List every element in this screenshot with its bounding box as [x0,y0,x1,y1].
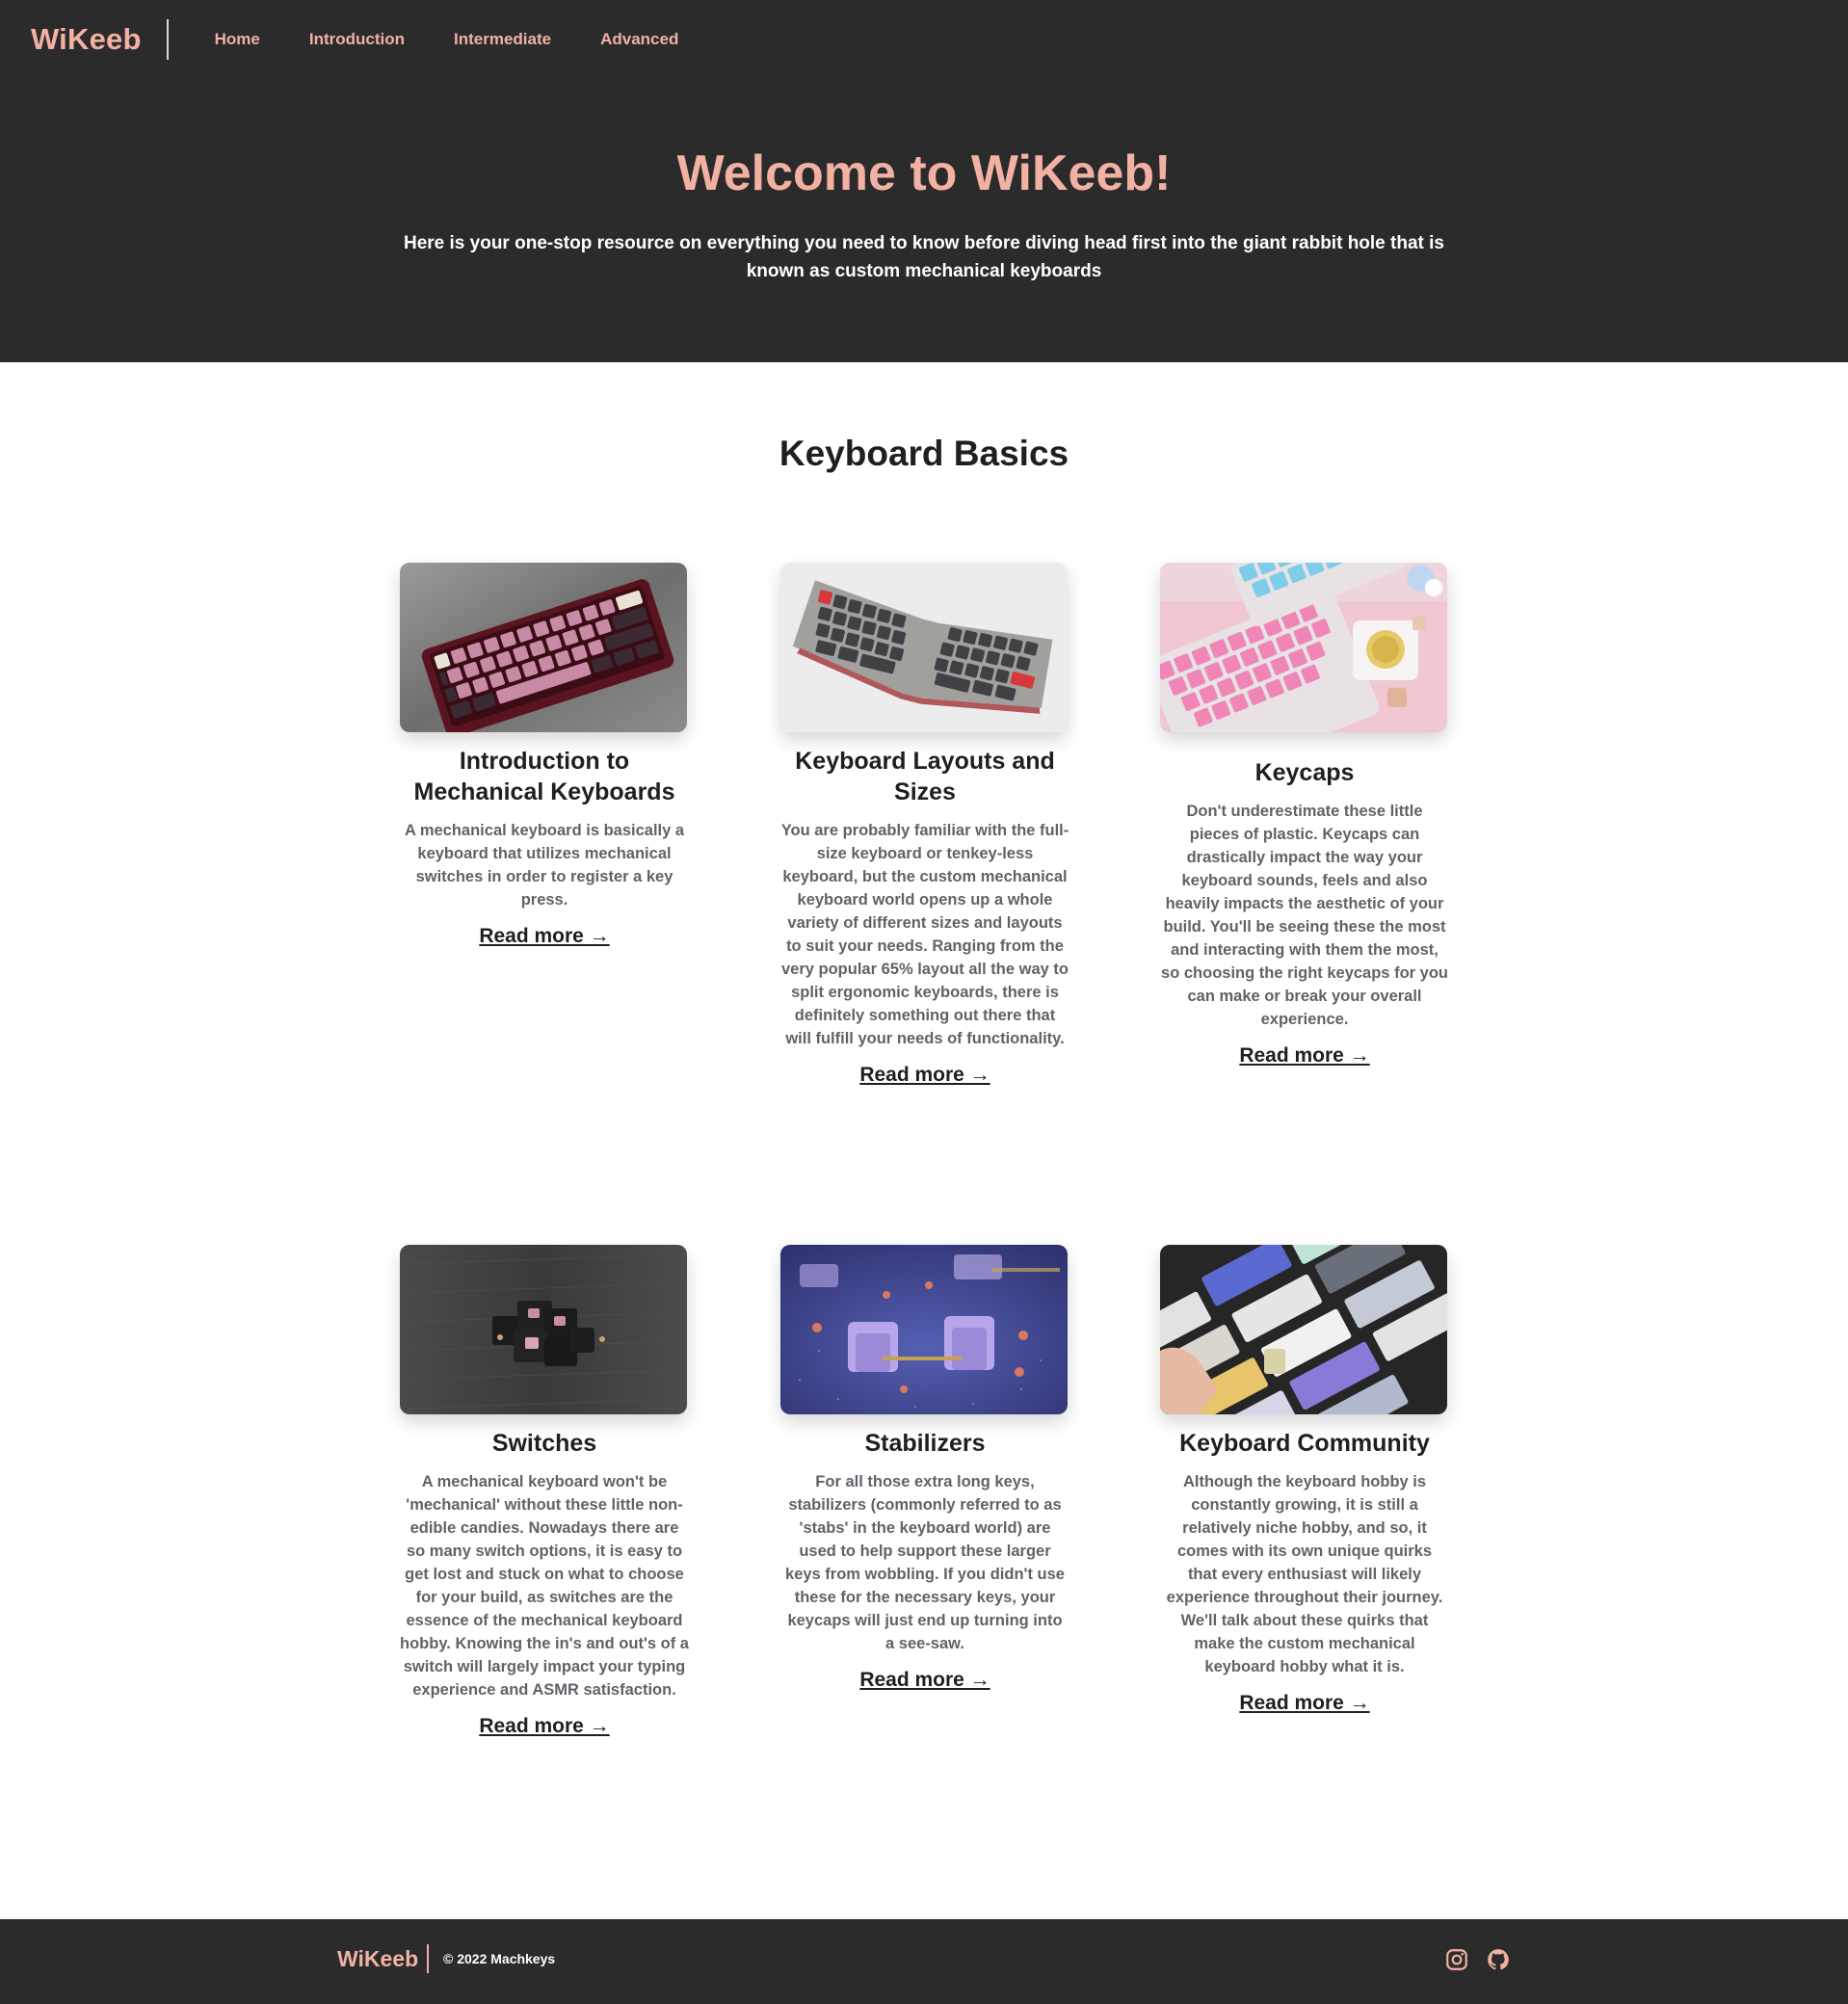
card-title: Stabilizers [864,1430,986,1457]
card-title: Introduction to Mechanical Keyboards [413,748,675,805]
read-more-link[interactable]: Read more → [1239,1044,1369,1068]
card-image-community[interactable] [1160,1245,1447,1414]
read-more-link[interactable]: Read more → [479,1715,609,1738]
nav-link-intermediate[interactable]: Intermediate [454,30,551,49]
card-title: Keycaps [1254,759,1355,786]
read-more-link[interactable]: Read more → [859,1669,990,1692]
card-description: A mechanical keyboard won't be 'mechanic… [400,1473,689,1699]
instagram-icon[interactable] [1444,1947,1469,1972]
card-image-stabilizers[interactable] [780,1245,1068,1414]
hero-header: WiKeeb Home Introduction Intermediate Ad… [0,0,1848,362]
card-keycaps: Keycaps Don't underestimate these little… [1160,563,1449,1068]
read-more-link[interactable]: Read more → [859,1064,990,1087]
card-image-switches[interactable] [400,1245,687,1414]
card-community: Keyboard Community Although the keyboard… [1160,1245,1449,1715]
burgundy-keyboard-photo [400,563,687,732]
card-description: Don't underestimate these little pieces … [1161,803,1448,1028]
read-more-link[interactable]: Read more → [1239,1692,1369,1715]
nav-links: Home Introduction Intermediate Advanced [215,30,728,49]
pink-keycaps-photo [1160,563,1447,732]
hero-title: Welcome to WiKeeb! [676,145,1172,201]
card-description: A mechanical keyboard is basically a key… [404,822,685,909]
card-description: Although the keyboard hobby is constantl… [1166,1473,1443,1675]
section-title: Keyboard Basics [779,434,1069,473]
keyboard-collection-photo [1160,1245,1447,1414]
footer-divider [427,1944,429,1973]
hero-subtitle: Here is your one-stop resource on everyt… [404,233,1444,281]
nav-divider [166,19,169,60]
card-image-split-keyboard[interactable] [780,563,1068,732]
card-layouts: Keyboard Layouts and Sizes You are proba… [780,563,1069,1087]
github-icon[interactable] [1486,1947,1511,1972]
navbar: WiKeeb Home Introduction Intermediate Ad… [0,0,1848,79]
purple-stabilizers-photo [780,1245,1068,1414]
card-image-keycaps[interactable] [1160,563,1447,732]
split-ergonomic-keyboard-photo [780,563,1068,732]
nav-link-advanced[interactable]: Advanced [600,30,678,49]
nav-link-home[interactable]: Home [215,30,260,49]
read-more-link[interactable]: Read more → [479,925,609,948]
card-title: Keyboard Community [1179,1430,1430,1457]
card-introduction: Introduction to Mechanical Keyboards A m… [400,563,689,948]
card-image-burgundy-keyboard[interactable] [400,563,687,732]
card-stabilizers: Stabilizers For all those extra long key… [780,1245,1069,1692]
brand-logo[interactable]: WiKeeb [31,22,142,57]
footer-copyright: © 2022 Machkeys [443,1951,556,1966]
card-switches: Switches A mechanical keyboard won't be … [400,1245,689,1738]
card-title: Keyboard Layouts and Sizes [795,748,1055,805]
footer: WiKeeb © 2022 Machkeys [0,1919,1848,2004]
switches-pile-photo [400,1245,687,1414]
footer-brand[interactable]: WiKeeb [337,1946,418,1972]
card-description: For all those extra long keys, stabilize… [785,1473,1065,1652]
nav-link-introduction[interactable]: Introduction [309,30,405,49]
card-title: Switches [491,1430,597,1457]
card-description: You are probably familiar with the full-… [780,822,1069,1047]
